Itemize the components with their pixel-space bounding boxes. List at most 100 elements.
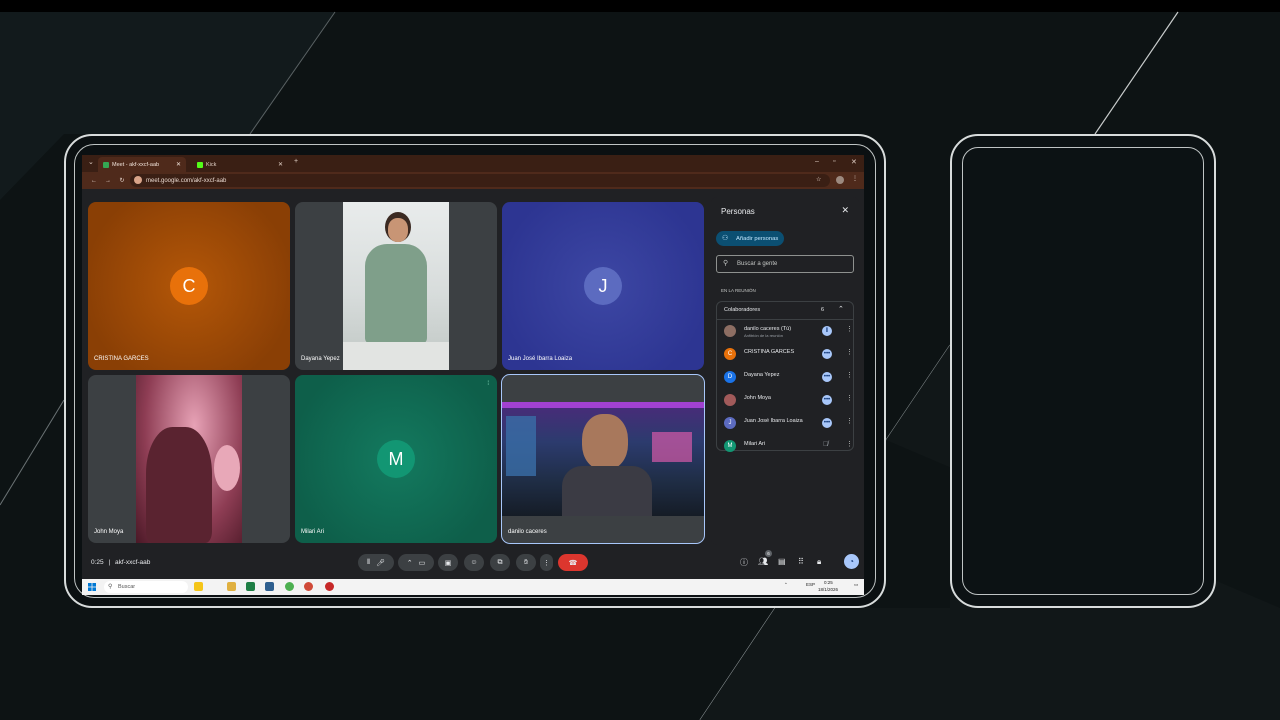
list-item[interactable]: C CRISTINA GARCES ••• ⋮ [724,345,853,363]
captions-icon: ▣ [444,559,452,567]
captions-button[interactable]: ▣ [438,554,458,571]
avatar: C [170,267,208,305]
raise-hand-button[interactable]: ✋︎ [516,554,536,571]
person-role: Anfitrión de la reunión [744,333,783,338]
participant-tile[interactable]: J Juan José Ibarra Loaiza [502,202,704,370]
mic-button[interactable]: ⦀ 🎤︎ [358,554,394,571]
tab-strip: ⌄ Meet - akf-xxcf-aab ✕ Kick ✕ + – ▫ ✕ [82,155,864,172]
more-icon[interactable]: ••• [822,418,832,428]
minimize-icon[interactable]: – [815,158,819,165]
more-icon[interactable]: ••• [822,395,832,405]
search-icon: ⚲ [723,260,729,267]
tab-meet-label: Meet - akf-xxcf-aab [112,161,160,168]
clock-date[interactable]: 18/1/2026 [818,587,838,592]
close-panel-icon[interactable]: ✕ [841,205,849,216]
meeting-code: akf-xxcf-aab [114,559,151,566]
search-placeholder: Buscar a gente [737,261,778,267]
more-icon[interactable]: ••• [822,372,832,382]
more-options-icon[interactable]: ⋮ [846,440,853,448]
taskbar-search[interactable]: ⚲ Buscar [104,581,188,593]
more-options-icon[interactable]: ⋮ [846,348,853,356]
excel-icon[interactable] [246,582,255,591]
menu-dots-icon[interactable]: ⋮ [852,175,858,182]
more-options-icon[interactable]: ⋮ [846,394,853,402]
add-people-button[interactable]: ⚇ Añadir personas [716,231,785,246]
chrome-icon[interactable] [285,582,294,591]
site-info-icon[interactable] [134,176,142,184]
participant-tile[interactable]: John Moya [88,375,290,543]
participant-tile[interactable]: Dayana Yepez [295,202,497,370]
emoji-button[interactable]: ☺ [464,554,484,571]
app-icon[interactable] [265,582,274,591]
tray-chevron-icon[interactable]: ⌃ [784,582,788,588]
copilot-icon[interactable] [194,582,203,591]
maximize-icon[interactable]: ▫ [833,158,835,165]
meeting-details-icon[interactable]: ⓘ [740,557,748,568]
speaking-icon[interactable]: ⦀ [822,326,832,336]
hand-icon: ✋︎ [524,558,528,566]
self-avatar-icon[interactable]: ◔ [844,554,859,569]
chevron-up-icon: ⌃ [406,559,413,567]
tab-kick[interactable]: Kick ✕ [192,157,288,172]
participant-tile[interactable]: C CRISTINA GARCES [88,202,290,370]
present-button[interactable]: ⧉ [490,554,510,571]
collaborators-group: Colaboradores 6 ⌃ danilo caceres (Tú) An… [716,301,854,452]
list-item[interactable]: D Dayana Yepez ••• ⋮ [724,368,853,386]
clock-time[interactable]: 0:25 [824,580,833,585]
leave-call-button[interactable]: ☎ [558,554,588,571]
avatar: M [377,440,415,478]
back-icon[interactable]: ← [88,178,100,184]
app-icon[interactable] [304,582,313,591]
meeting-time: 0:25 [91,559,104,566]
add-person-icon: ⚇ [722,235,729,242]
more-options-icon[interactable]: ⋮ [846,371,853,379]
people-icon[interactable]: 👥︎ [758,557,768,566]
chat-icon[interactable]: ▤ [778,557,786,566]
new-tab-icon[interactable]: + [294,158,298,165]
present-icon: ⧉ [497,558,503,566]
mic-off-icon: 🎙̸ [823,441,829,448]
participant-tile[interactable]: danilo caceres [501,374,705,544]
file-explorer-icon[interactable] [227,582,236,591]
more-options-button[interactable]: ⋮ [540,554,553,571]
video-feed [343,202,449,370]
chevron-up-icon[interactable]: ⌃ [838,305,844,313]
audio-activity-icon: ⁞ [487,381,489,387]
forward-icon[interactable]: → [102,178,114,184]
more-options-icon[interactable]: ⋮ [846,325,853,333]
tab-meet[interactable]: Meet - akf-xxcf-aab ✕ [98,157,186,172]
more-icon[interactable]: ••• [822,349,832,359]
close-window-icon[interactable]: ✕ [851,158,857,166]
address-bar: ← → ↻ meet.google.com/akf-xxcf-aab ☆ ⋮ [82,172,864,189]
reload-icon[interactable]: ↻ [116,177,128,184]
avatar [724,394,736,406]
participant-tile[interactable]: ⁞ M Milari Ari [295,375,497,543]
activities-icon[interactable]: ⠿ [798,557,804,566]
close-tab-icon[interactable]: ✕ [176,161,181,168]
profile-avatar-icon[interactable] [836,176,844,184]
list-item[interactable]: J Juan José Ibarra Loaiza ••• ⋮ [724,414,853,432]
meet-icon [103,161,109,168]
bookmark-star-icon[interactable]: ☆ [816,176,821,183]
windows-start-icon[interactable] [88,583,96,591]
url-field[interactable]: meet.google.com/akf-xxcf-aab [130,174,830,187]
avatar: C [724,348,736,360]
avatar [724,325,736,337]
more-options-icon[interactable]: ⋮ [846,417,853,425]
list-item[interactable]: John Moya ••• ⋮ [724,391,853,409]
person-name: Dayana Yepez [744,372,780,378]
language-indicator[interactable]: ESP [806,582,815,587]
list-item[interactable]: danilo caceres (Tú) Anfitrión de la reun… [724,322,853,340]
close-tab-icon[interactable]: ✕ [278,161,283,168]
app-icon[interactable] [325,582,334,591]
tab-search-icon[interactable]: ⌄ [88,158,94,166]
camera-button[interactable]: ⌃ ▭ [398,554,434,571]
host-controls-icon[interactable]: 🔒︎ [817,557,821,567]
camera-icon: ▭ [418,559,426,567]
notifications-icon[interactable]: ▭ [854,582,858,588]
people-search-input[interactable]: ⚲ Buscar a gente [716,255,854,273]
group-label: Colaboradores [724,307,761,313]
participant-name: Dayana Yepez [301,356,340,362]
list-item[interactable]: M Milari Ari 🎙̸ ⋮ [724,437,853,455]
avatar: J [724,417,736,429]
